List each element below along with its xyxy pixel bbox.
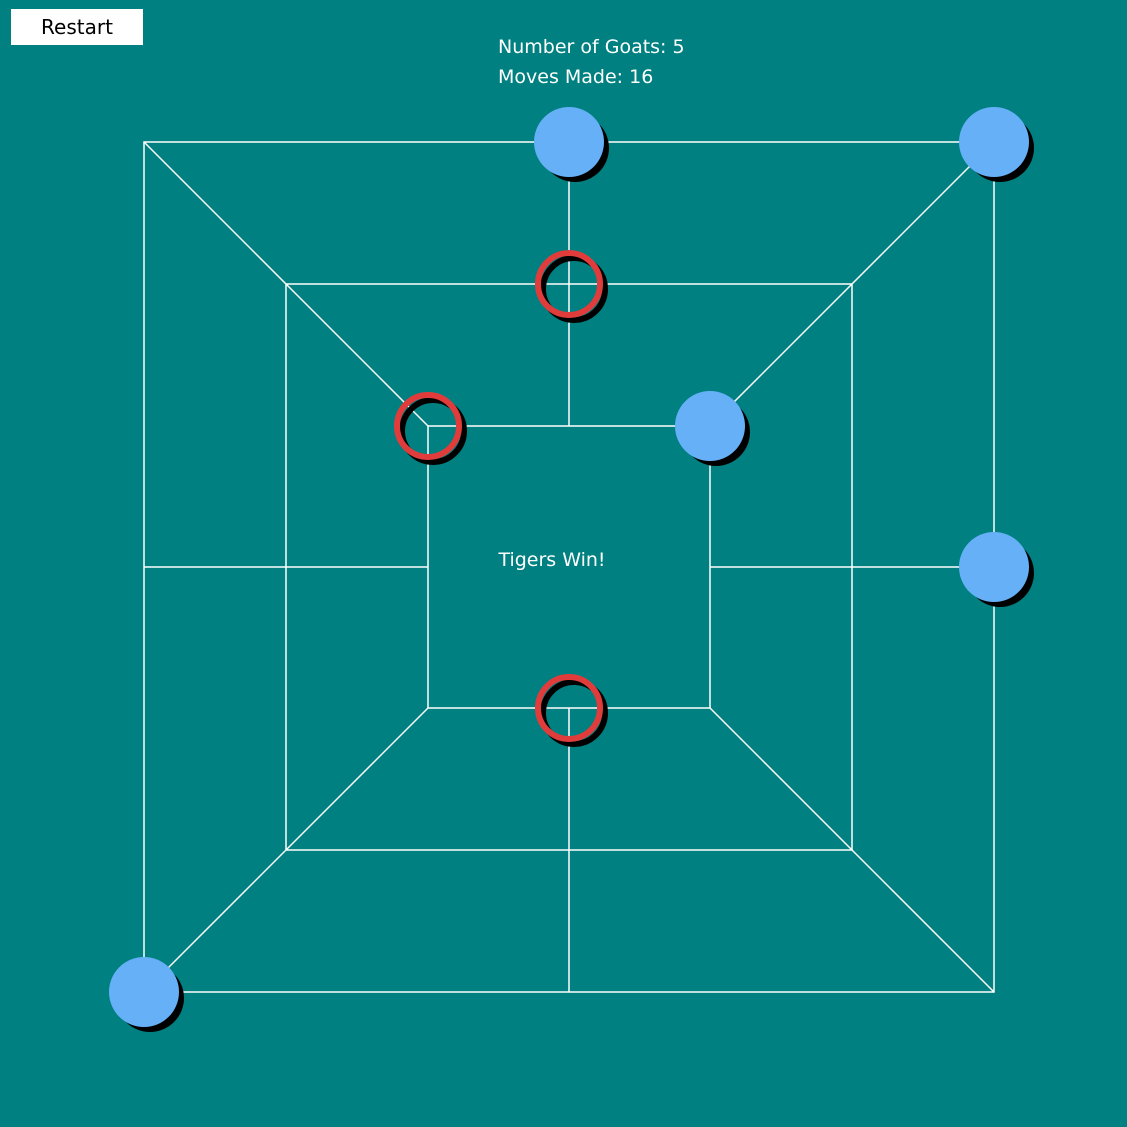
goat-disc xyxy=(675,391,745,461)
tiger-piece[interactable] xyxy=(535,250,608,323)
tiger-piece[interactable] xyxy=(394,392,467,465)
goat-piece[interactable] xyxy=(109,957,184,1032)
game-board-area: Restart Number of Goats: 5 Moves Made: 1… xyxy=(0,0,1127,1127)
goat-piece[interactable] xyxy=(675,391,750,466)
goat-disc xyxy=(959,532,1029,602)
goat-disc xyxy=(109,957,179,1027)
goat-piece[interactable] xyxy=(534,107,609,182)
board: Tigers Win! xyxy=(109,107,1034,1032)
tiger-piece[interactable] xyxy=(535,674,608,747)
goat-piece[interactable] xyxy=(959,532,1034,607)
result-message: Tigers Win! xyxy=(497,549,605,571)
goat-disc xyxy=(534,107,604,177)
goat-disc xyxy=(959,107,1029,177)
goat-piece[interactable] xyxy=(959,107,1034,182)
